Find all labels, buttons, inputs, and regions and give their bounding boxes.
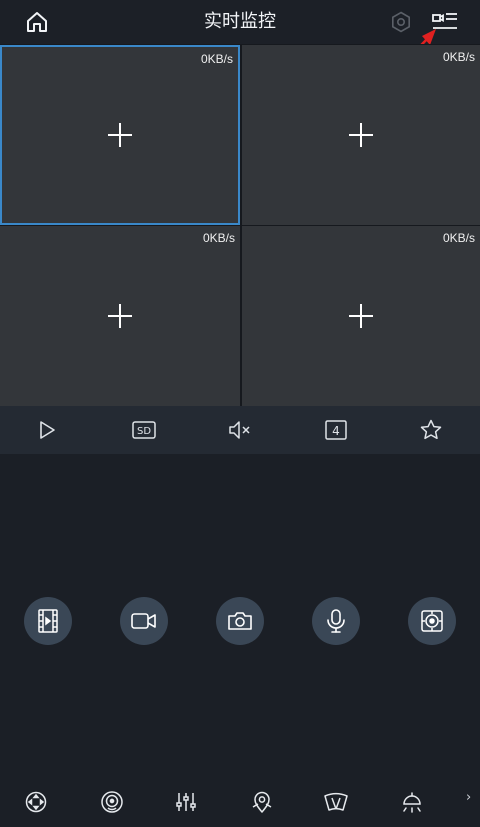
- favorite-star-icon[interactable]: [401, 406, 461, 454]
- split-count-icon[interactable]: 4: [306, 406, 366, 454]
- bottom-function-bar: ›: [0, 780, 480, 824]
- video-grid: 0KB/s 0KB/s 0KB/s 0KB/s: [0, 44, 480, 406]
- sd-quality-icon[interactable]: SD: [114, 406, 174, 454]
- video-playback-icon[interactable]: [24, 597, 72, 645]
- more-functions-arrow[interactable]: ›: [466, 790, 471, 805]
- video-cell-1[interactable]: 0KB/s: [0, 45, 240, 225]
- add-camera-icon[interactable]: [349, 123, 373, 147]
- bitrate-label: 0KB/s: [442, 50, 475, 64]
- ptz-direction-icon[interactable]: [16, 780, 56, 824]
- playback-toolbar: SD 4: [0, 406, 480, 454]
- sd-label: SD: [137, 426, 151, 437]
- video-cell-3[interactable]: 0KB/s: [0, 226, 240, 406]
- bitrate-label: 0KB/s: [202, 231, 235, 245]
- video-cell-2[interactable]: 0KB/s: [242, 45, 480, 225]
- microphone-icon[interactable]: [312, 597, 360, 645]
- add-camera-icon[interactable]: [108, 123, 132, 147]
- action-row: [0, 597, 480, 645]
- video-cell-4[interactable]: 0KB/s: [242, 226, 480, 406]
- preset-point-icon[interactable]: [242, 780, 282, 824]
- add-camera-icon[interactable]: [349, 304, 373, 328]
- add-camera-icon[interactable]: [108, 304, 132, 328]
- bitrate-label: 0KB/s: [442, 231, 475, 245]
- wiper-icon[interactable]: [316, 780, 356, 824]
- mute-icon[interactable]: [210, 406, 270, 454]
- play-icon[interactable]: [17, 406, 77, 454]
- light-icon[interactable]: [392, 780, 432, 824]
- lens-control-icon[interactable]: [408, 597, 456, 645]
- split-count-label: 4: [332, 424, 340, 438]
- bitrate-label: 0KB/s: [200, 52, 233, 66]
- fisheye-icon[interactable]: [92, 780, 132, 824]
- record-icon[interactable]: [120, 597, 168, 645]
- snapshot-icon[interactable]: [216, 597, 264, 645]
- image-adjust-icon[interactable]: [166, 780, 206, 824]
